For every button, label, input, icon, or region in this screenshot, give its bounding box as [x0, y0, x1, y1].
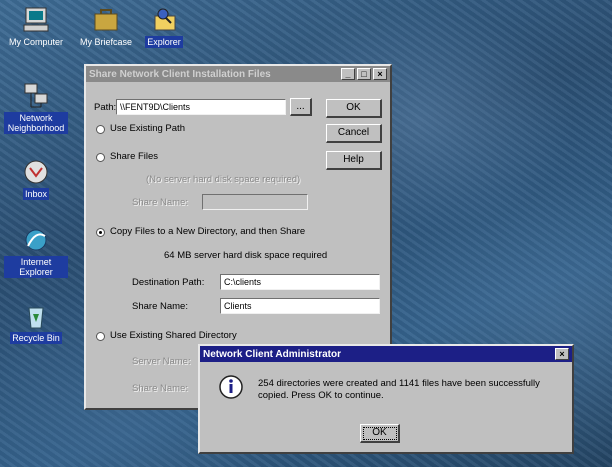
desktop-icon-my-briefcase[interactable]: My Briefcase [74, 6, 138, 48]
ok-button[interactable]: OK [326, 99, 382, 118]
dialog-title: Share Network Client Installation Files [89, 68, 271, 80]
cancel-button[interactable]: Cancel [326, 124, 382, 143]
destination-path-label: Destination Path: [132, 277, 205, 288]
ok-button[interactable]: OK [360, 424, 400, 443]
desktop-icon-label: Internet Explorer [4, 256, 68, 278]
use-existing-path-label: Use Existing Path [110, 123, 185, 134]
information-icon [218, 374, 244, 403]
desktop-icon-label: My Briefcase [79, 37, 132, 47]
desktop-icon-internet-explorer[interactable]: Internet Explorer [4, 226, 68, 278]
desktop-icon-explorer[interactable]: Explorer [132, 6, 196, 48]
dialog-title-bar[interactable]: Share Network Client Installation Files … [86, 66, 390, 82]
network-client-administrator-dialog: Network Client Administrator × 254 direc… [198, 344, 574, 454]
share-name-input[interactable] [202, 194, 308, 210]
desktop-icon-label: Explorer [145, 36, 183, 48]
message-text: 254 directories were created and 1141 fi… [258, 378, 540, 401]
briefcase-icon [91, 6, 121, 34]
close-button[interactable]: × [373, 68, 387, 80]
use-existing-shared-radio[interactable] [96, 332, 105, 341]
desktop-icon-label: Inbox [22, 188, 50, 200]
recycle-bin-icon [21, 302, 51, 330]
copy-share-name-label: Share Name: [132, 301, 188, 312]
desktop-icon-recycle-bin[interactable]: Recycle Bin [4, 302, 68, 344]
network-icon [21, 82, 51, 110]
desktop-icon-inbox[interactable]: Inbox [4, 158, 68, 200]
help-button[interactable]: Help [326, 151, 382, 170]
close-button[interactable]: × [555, 348, 569, 360]
use-existing-shared-label: Use Existing Shared Directory [110, 330, 237, 341]
share-name-label-2: Share Name: [132, 383, 188, 394]
path-label: Path: [94, 102, 117, 113]
minimize-button[interactable]: _ [341, 68, 355, 80]
share-files-note: (No server hard disk space required) [146, 174, 301, 185]
share-files-radio[interactable] [96, 153, 105, 162]
inbox-icon [21, 158, 51, 186]
copy-files-label: Copy Files to a New Directory, and then … [110, 226, 306, 237]
message-title-bar[interactable]: Network Client Administrator × [200, 346, 572, 362]
copy-space-note: 64 MB server hard disk space required [164, 250, 328, 261]
path-input[interactable]: \\FENT9D\Clients [116, 99, 286, 115]
use-existing-path-radio[interactable] [96, 125, 105, 134]
computer-icon [21, 6, 51, 34]
message-title: Network Client Administrator [203, 348, 341, 360]
share-files-label: Share Files [110, 151, 159, 162]
share-name-label: Share Name: [132, 197, 188, 208]
desktop-icon-label: My Computer [8, 37, 63, 47]
desktop-icon-label: Recycle Bin [10, 332, 62, 344]
maximize-button[interactable]: □ [357, 68, 371, 80]
explorer-icon [149, 6, 179, 34]
copy-files-radio[interactable] [96, 228, 105, 237]
desktop-icon-my-computer[interactable]: My Computer [4, 6, 68, 48]
server-name-label: Server Name: [132, 356, 191, 367]
desktop-icon-label: Network Neighborhood [4, 112, 68, 134]
destination-path-input[interactable]: C:\clients [220, 274, 380, 290]
desktop-icon-network-neighborhood[interactable]: Network Neighborhood [4, 82, 68, 134]
browse-button[interactable]: ... [290, 98, 312, 116]
copy-share-name-input[interactable]: Clients [220, 298, 380, 314]
internet-explorer-icon [21, 226, 51, 254]
